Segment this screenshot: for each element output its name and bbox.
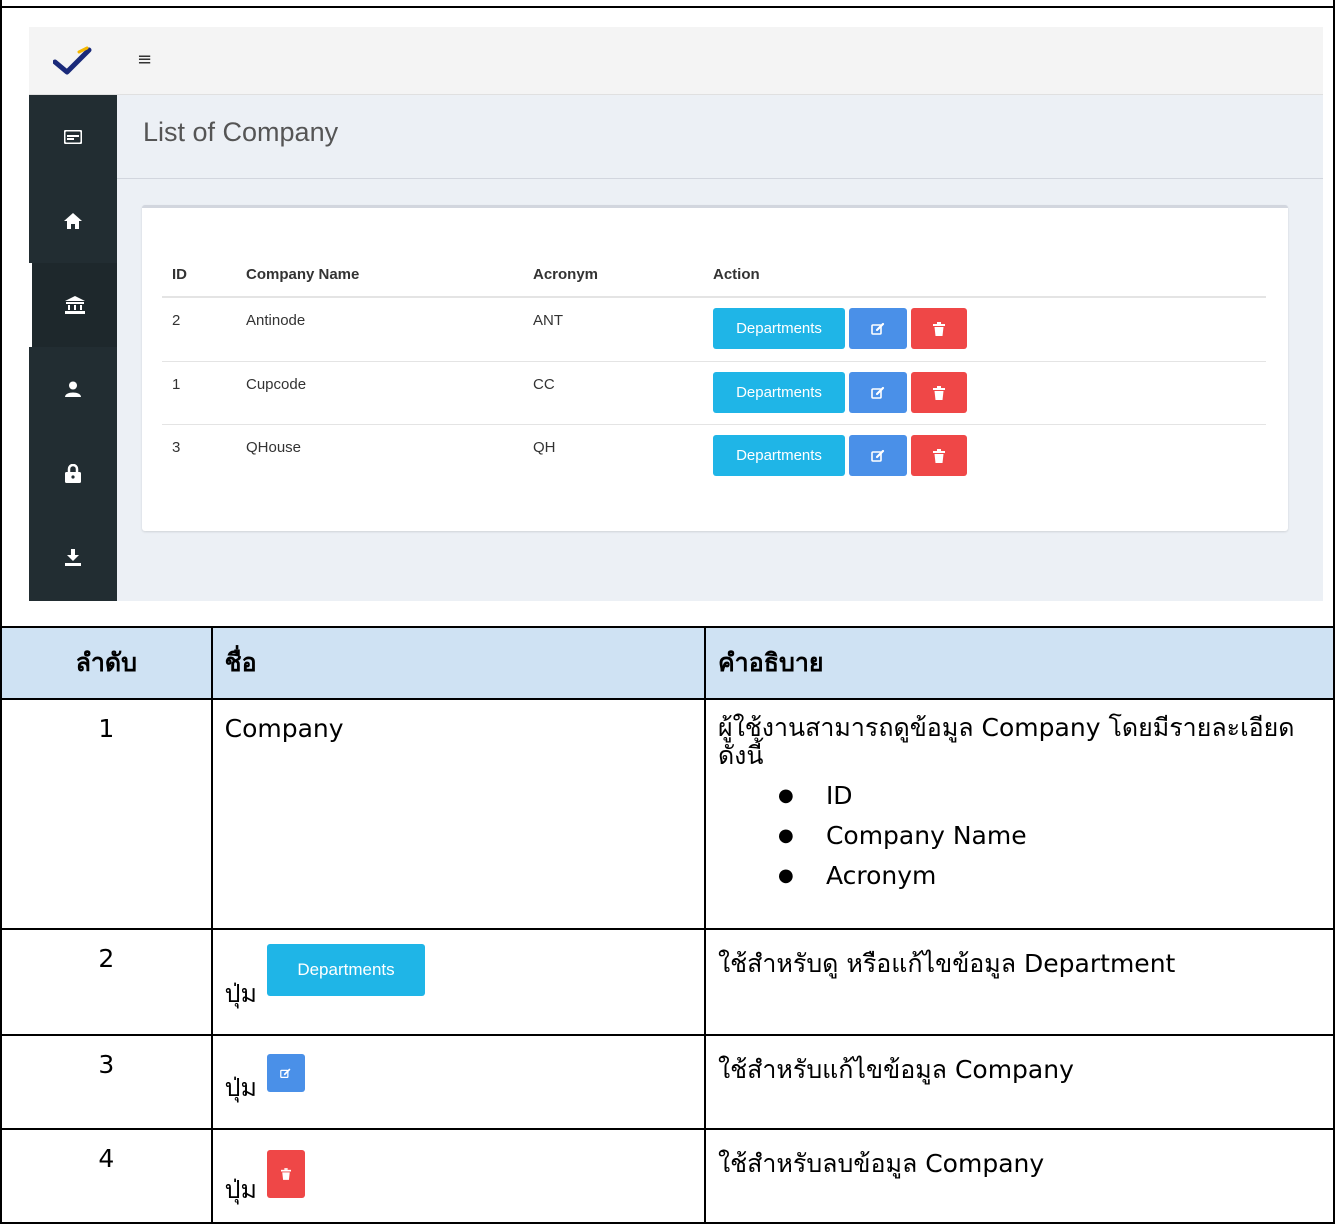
edit-button[interactable]: [849, 308, 907, 349]
row-number: 2: [0, 928, 213, 1036]
sidebar-item-lock[interactable]: [29, 431, 117, 515]
content-header: List of Company: [117, 95, 1323, 179]
row-number: 1: [0, 698, 213, 930]
field-list: ID Company Name Acronym: [718, 776, 1321, 896]
description-row: 1 Company ผู้ใช้งานสามารถดูข้อมูล Compan…: [0, 698, 1335, 930]
departments-button[interactable]: Departments: [713, 308, 845, 349]
trash-icon: [933, 448, 945, 463]
lock-icon: [65, 463, 81, 483]
description-table: ลำดับ ชื่อ คำอธิบาย 1 Company ผู้ใช้งานส…: [0, 626, 1335, 1224]
button-label: ปุ่ม: [224, 1073, 257, 1102]
row-name: ปุ่ม: [210, 1034, 706, 1130]
edit-icon: [280, 1068, 291, 1078]
cell-acronym: CC: [533, 376, 555, 393]
row-description: ผู้ใช้งานสามารถดูข้อมูล Company โดยมีราย…: [703, 698, 1335, 930]
departments-button-sample: Departments: [266, 944, 425, 996]
cell-id: 1: [172, 376, 181, 393]
description-row: 4 ปุ่ม ใช้สำหรับลบข้อมูล Company: [0, 1128, 1335, 1224]
cell-actions: Departments: [713, 435, 967, 476]
header-action: Action: [713, 266, 760, 283]
table-row: 3 QHouse QH Departments: [162, 424, 1266, 487]
header-id: ID: [172, 266, 187, 283]
edit-icon: [871, 322, 885, 335]
header-acronym: Acronym: [533, 266, 599, 283]
table-row: 2 Antinode ANT Departments: [162, 298, 1266, 361]
cell-company-name: Cupcode: [246, 376, 307, 393]
row-number: 3: [0, 1034, 213, 1130]
main-content: List of Company ID Company Name Acronym …: [117, 95, 1323, 601]
cell-company-name: Antinode: [246, 312, 306, 329]
header-company-name: Company Name: [246, 266, 360, 283]
description-header-row: ลำดับ ชื่อ คำอธิบาย: [0, 626, 1335, 700]
app-screenshot: ≡ List of Company ID Company Name Acrony…: [29, 27, 1323, 601]
bank-icon: [64, 296, 85, 314]
cell-acronym: ANT: [533, 312, 563, 329]
button-label: ปุ่ม: [224, 1175, 257, 1204]
trash-icon: [280, 1168, 291, 1180]
row-name: ปุ่ม Departments: [210, 928, 706, 1036]
edit-button[interactable]: [849, 435, 907, 476]
row-name: ปุ่ม: [210, 1128, 706, 1224]
departments-button[interactable]: Departments: [713, 435, 845, 476]
trash-icon: [933, 321, 945, 336]
row-description: ใช้สำหรับดู หรือแก้ไขข้อมูล Department: [703, 928, 1335, 1036]
frame-top-border: [0, 6, 1335, 8]
departments-button[interactable]: Departments: [713, 372, 845, 413]
button-sample: ปุ่ม: [225, 1050, 692, 1102]
delete-button[interactable]: [911, 308, 967, 349]
delete-button[interactable]: [911, 435, 967, 476]
id-card-icon: [64, 130, 82, 144]
sidebar-item-download[interactable]: [29, 515, 117, 599]
row-name: Company: [210, 698, 706, 930]
sidebar: [29, 95, 117, 601]
list-item: Company Name: [718, 816, 1321, 856]
header-description: คำอธิบาย: [703, 626, 1335, 700]
menu-toggle-icon[interactable]: ≡: [137, 49, 152, 70]
header-name: ชื่อ: [210, 626, 706, 700]
company-table: ID Company Name Acronym Action 2 Antinod…: [162, 256, 1266, 487]
description-row: 3 ปุ่ม ใช้สำหรับแก้ไขข้อมูล Company: [0, 1034, 1335, 1130]
edit-icon: [871, 449, 885, 462]
trash-icon: [933, 385, 945, 400]
home-icon: [64, 213, 82, 229]
delete-button-sample: [266, 1150, 305, 1198]
table-row: 1 Cupcode CC Departments: [162, 361, 1266, 424]
row-number: 4: [0, 1128, 213, 1224]
cell-company-name: QHouse: [246, 439, 302, 456]
table-header-row: ID Company Name Acronym Action: [162, 256, 1266, 298]
header-number: ลำดับ: [0, 626, 213, 700]
sidebar-item-company[interactable]: [29, 263, 117, 347]
button-sample: ปุ่ม Departments: [225, 944, 692, 1008]
sidebar-item-id-card[interactable]: [29, 95, 117, 179]
checkmark-logo-icon: [53, 46, 92, 75]
row-description: ใช้สำหรับแก้ไขข้อมูล Company: [703, 1034, 1335, 1130]
description-row: 2 ปุ่ม Departments ใช้สำหรับดู หรือแก้ไข…: [0, 928, 1335, 1036]
edit-icon: [871, 386, 885, 399]
row-description: ใช้สำหรับลบข้อมูล Company: [703, 1128, 1335, 1224]
sidebar-item-home[interactable]: [29, 179, 117, 263]
cell-id: 2: [172, 312, 181, 329]
cell-actions: Departments: [713, 308, 967, 349]
delete-button[interactable]: [911, 372, 967, 413]
description-text: ผู้ใช้งานสามารถดูข้อมูล Company โดยมีราย…: [717, 713, 1295, 770]
edit-button-sample: [266, 1054, 305, 1092]
cell-actions: Departments: [713, 372, 967, 413]
top-navbar: ≡: [29, 27, 1323, 95]
download-icon: [65, 548, 81, 566]
cell-acronym: QH: [533, 439, 556, 456]
edit-button[interactable]: [849, 372, 907, 413]
list-item: Acronym: [718, 856, 1321, 896]
app-logo[interactable]: [29, 27, 117, 95]
cell-id: 3: [172, 439, 181, 456]
page-title: List of Company: [143, 117, 339, 147]
list-item: ID: [718, 776, 1321, 816]
sidebar-item-user[interactable]: [29, 347, 117, 431]
button-sample: ปุ่ม: [225, 1144, 692, 1204]
user-icon: [65, 381, 81, 397]
button-label: ปุ่ม: [224, 979, 257, 1008]
company-list-box: ID Company Name Acronym Action 2 Antinod…: [142, 205, 1288, 531]
